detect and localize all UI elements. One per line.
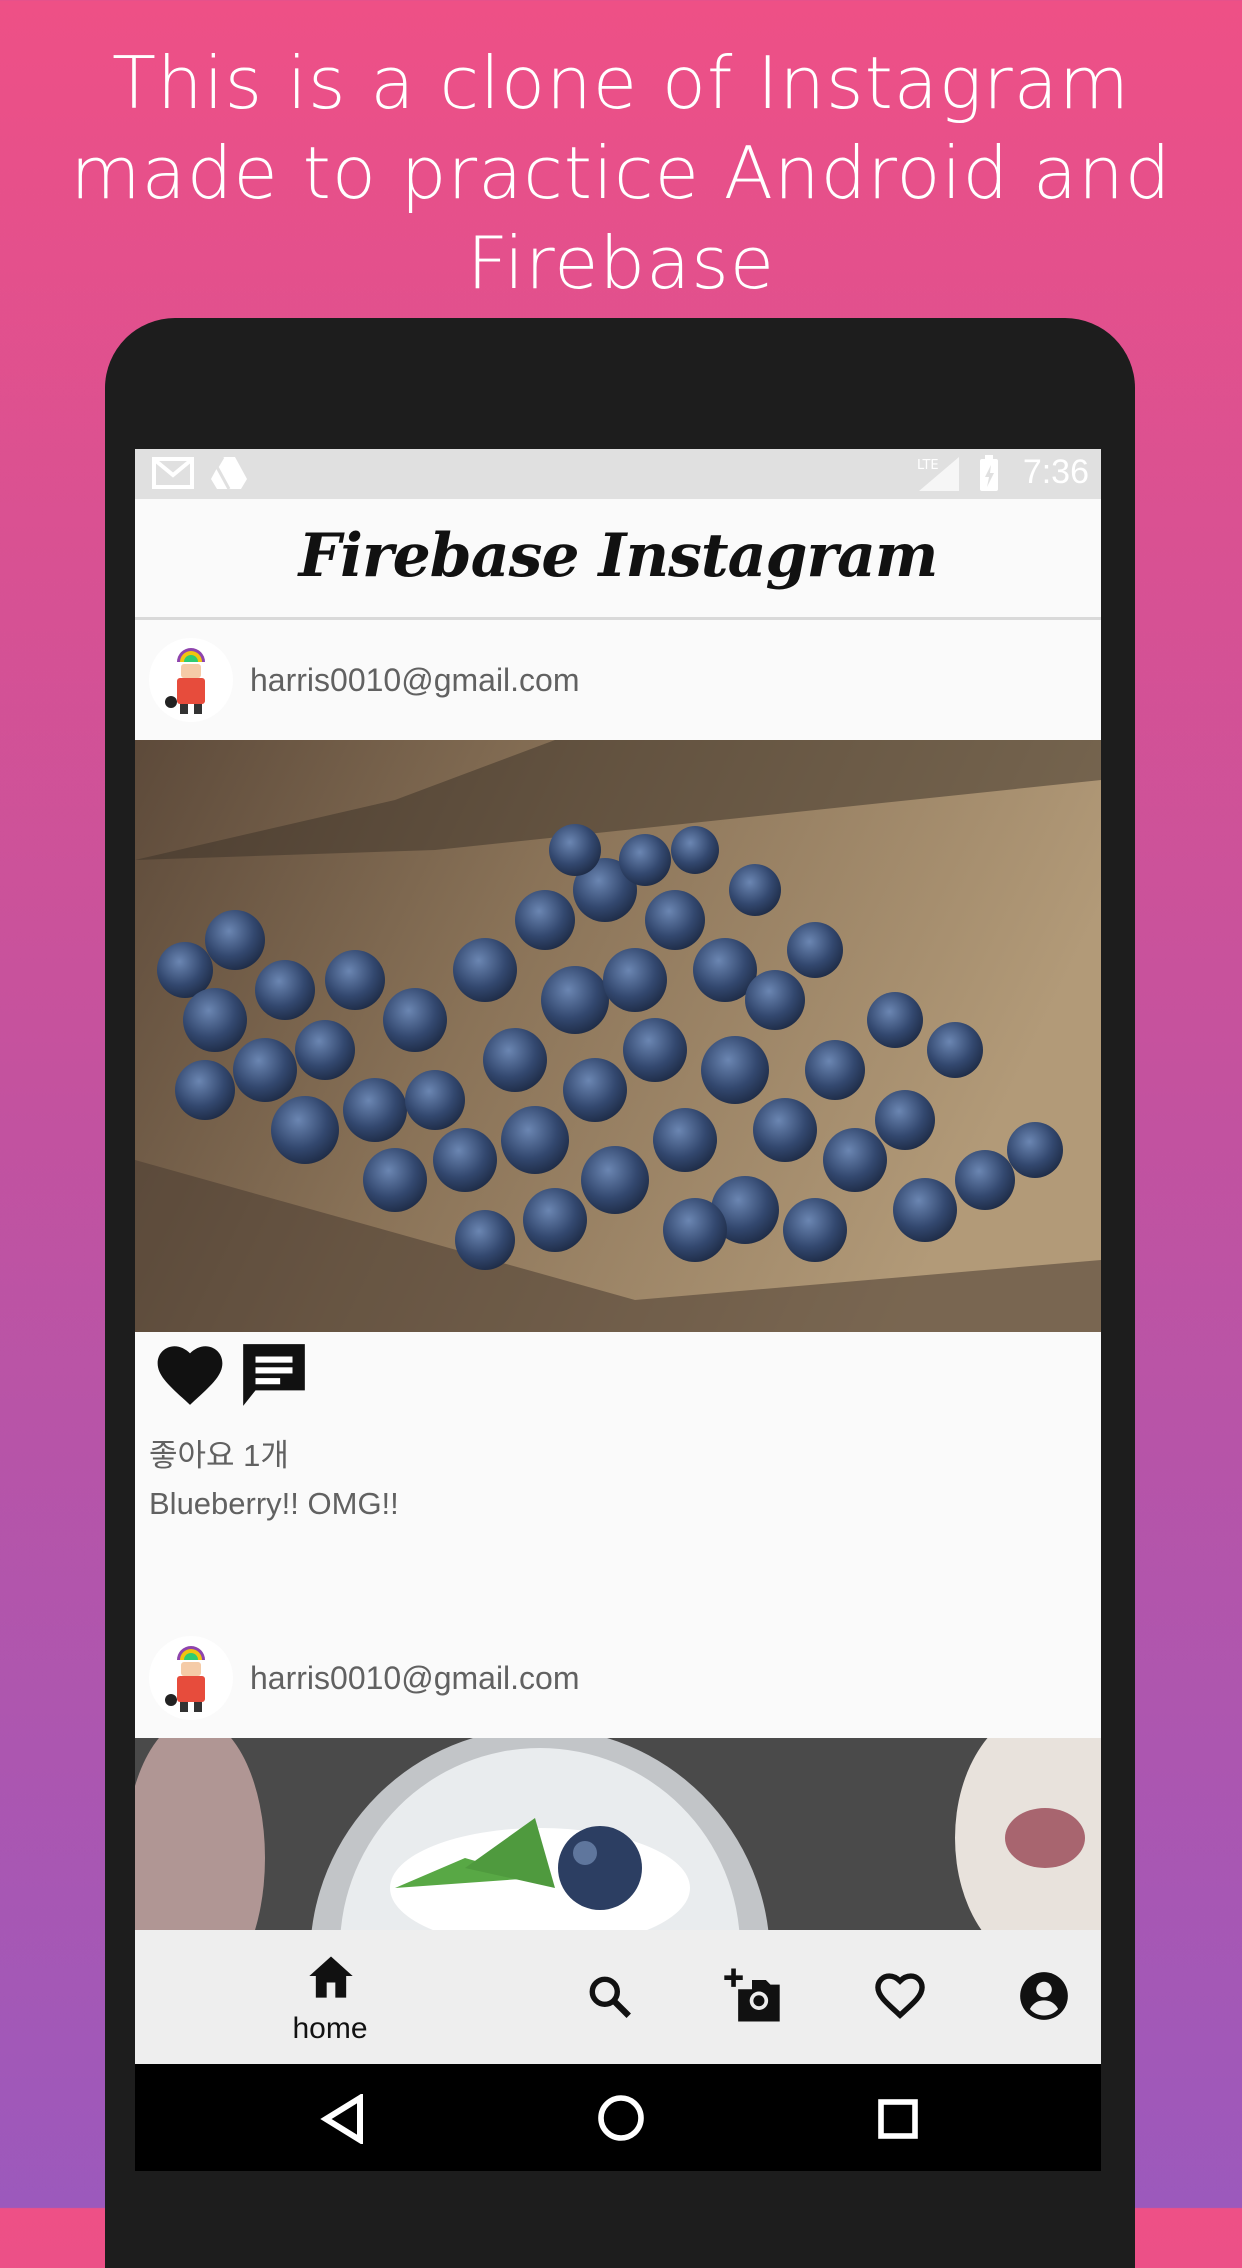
bottom-navigation: home xyxy=(135,1930,1101,2064)
feed-post: harris0010@gmail.com xyxy=(135,620,1101,1618)
add-photo-icon xyxy=(724,1968,780,2022)
favorite-icon xyxy=(875,1973,925,2019)
headline-line-1: This is a clone of Instagram xyxy=(112,41,1130,125)
heart-icon xyxy=(157,1346,223,1405)
nav-search[interactable] xyxy=(555,1930,665,2064)
nav-home-label: home xyxy=(292,2012,368,2045)
feed-post: harris0010@gmail.com xyxy=(135,1618,1101,1930)
avatar[interactable] xyxy=(149,1636,233,1720)
back-button[interactable] xyxy=(320,2092,366,2149)
device-screen: LTE 7:36 Firebase Instagram harris0010@g… xyxy=(135,449,1101,2171)
nav-favorites[interactable] xyxy=(845,1930,955,2064)
comment-icon xyxy=(243,1344,305,1406)
circle-home-icon xyxy=(598,2095,644,2141)
square-recents-icon xyxy=(878,2099,918,2139)
avatar[interactable] xyxy=(149,638,233,722)
app-bar: Firebase Instagram xyxy=(135,499,1101,620)
app-title: Firebase Instagram xyxy=(298,521,939,591)
back-icon xyxy=(320,2092,363,2146)
post-photo[interactable] xyxy=(135,740,1101,1332)
account-icon xyxy=(1020,1972,1068,2020)
recents-button[interactable] xyxy=(877,2098,919,2145)
like-button[interactable] xyxy=(153,1340,227,1413)
status-time: 7:36 xyxy=(1022,453,1089,491)
nav-add-photo[interactable] xyxy=(700,1930,810,2064)
feed-list[interactable]: harris0010@gmail.com 좋아요 1개 Blueberry!! … xyxy=(135,620,1101,1930)
post-caption: Blueberry!! OMG!! xyxy=(149,1486,399,1521)
gmail-icon xyxy=(151,455,195,496)
headline-line-3: Firebase xyxy=(466,221,776,305)
system-navigation-bar xyxy=(135,2064,1101,2171)
home-icon xyxy=(309,1956,353,1998)
search-icon xyxy=(589,1976,631,2018)
comment-button[interactable] xyxy=(237,1338,311,1417)
headline-line-2: made to practice Android and xyxy=(70,131,1172,215)
post-header: harris0010@gmail.com xyxy=(135,620,1101,740)
post-username[interactable]: harris0010@gmail.com xyxy=(250,662,580,699)
post-header: harris0010@gmail.com xyxy=(135,1618,1101,1738)
network-type-label: LTE xyxy=(917,458,939,473)
post-actions xyxy=(135,1332,1101,1432)
post-username[interactable]: harris0010@gmail.com xyxy=(250,1660,580,1697)
signal-icon: LTE xyxy=(915,455,961,498)
battery-icon xyxy=(977,455,1001,498)
promo-headline: This is a clone of Instagram made to pra… xyxy=(0,38,1242,308)
nav-home[interactable]: home xyxy=(265,1930,395,2064)
nav-account[interactable] xyxy=(990,1930,1100,2064)
like-count: 좋아요 1개 xyxy=(149,1438,289,1473)
status-bar: LTE 7:36 xyxy=(135,449,1101,499)
home-system-button[interactable] xyxy=(597,2094,645,2147)
drive-icon xyxy=(209,455,249,496)
post-photo[interactable] xyxy=(135,1738,1101,1930)
